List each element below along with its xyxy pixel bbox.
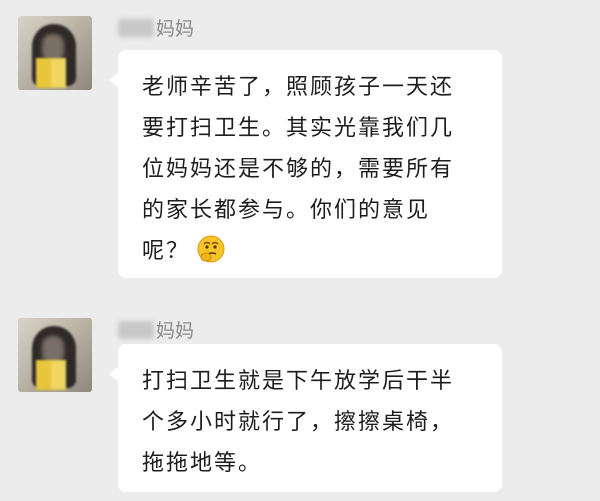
sender-name: 妈妈 [118, 14, 194, 40]
message-line-text: 呢？ [142, 239, 191, 264]
sender-name-suffix: 妈妈 [156, 18, 195, 40]
message-line: 位妈妈还是不够的，需要所有 [142, 157, 455, 182]
chat-thread: 妈妈 老师辛苦了，照顾孩子一天还 要打扫卫生。其实光靠我们几 位妈妈还是不够的，… [0, 0, 600, 501]
sender-name-suffix: 妈妈 [156, 320, 195, 342]
mosaic-blur [36, 360, 66, 390]
message-line: 的家长都参与。你们的意见 [142, 198, 431, 223]
message-line: 呢？ [142, 231, 482, 272]
avatar[interactable] [18, 318, 92, 392]
message-line: 打扫卫生就是下午放学后干半 [142, 369, 455, 394]
message-line: 拖拖地等。 [142, 451, 263, 476]
redacted-name [118, 321, 154, 339]
thinking-face-emoji-icon [196, 234, 226, 264]
mosaic-blur [36, 58, 66, 88]
message-line: 要打扫卫生。其实光靠我们几 [142, 116, 455, 141]
message-line: 老师辛苦了，照顾孩子一天还 [142, 75, 455, 100]
message-line: 个多小时就行了，擦擦桌椅， [142, 410, 455, 435]
redacted-name [118, 19, 154, 37]
sender-name: 妈妈 [118, 316, 194, 342]
avatar[interactable] [18, 16, 92, 90]
message-bubble[interactable]: 老师辛苦了，照顾孩子一天还 要打扫卫生。其实光靠我们几 位妈妈还是不够的，需要所… [109, 50, 502, 278]
message-bubble[interactable]: 打扫卫生就是下午放学后干半 个多小时就行了，擦擦桌椅， 拖拖地等。 [109, 344, 502, 492]
